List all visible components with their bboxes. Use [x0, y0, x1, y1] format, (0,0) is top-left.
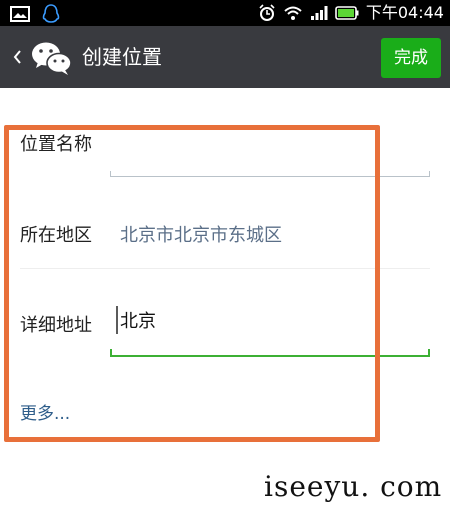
- qq-icon: [42, 4, 60, 23]
- done-button[interactable]: 完成: [381, 38, 441, 78]
- highlight-box: [4, 125, 380, 442]
- watermark: iseeyu. com: [264, 470, 443, 503]
- status-bar: 下午04:44: [0, 0, 450, 26]
- status-time: 下午04:44: [365, 3, 444, 22]
- detail-field-tick-right: [428, 349, 430, 356]
- action-bar: 创建位置 完成: [0, 26, 450, 88]
- name-field-tick-right: [429, 171, 430, 177]
- alarm-icon: [259, 4, 275, 21]
- battery-icon: [335, 6, 359, 20]
- page-title: 创建位置: [82, 45, 162, 69]
- image-icon: [10, 6, 30, 22]
- back-chevron-icon[interactable]: [8, 43, 26, 71]
- wechat-logo-icon: [32, 42, 72, 75]
- signal-icon: [310, 6, 328, 20]
- wifi-icon: [284, 6, 302, 20]
